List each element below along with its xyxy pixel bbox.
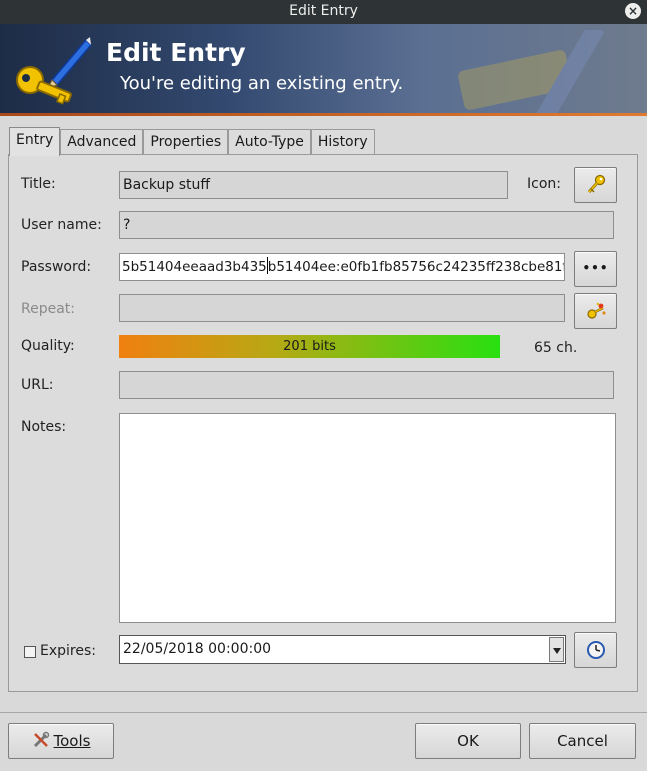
window-titlebar: Edit Entry × [0, 0, 647, 24]
key-pencil-icon [12, 34, 93, 110]
repeat-label: Repeat: [21, 301, 75, 317]
tab-properties[interactable]: Properties [143, 129, 229, 155]
expiry-date-field[interactable]: 22/05/2018 00:00:00 [119, 635, 566, 664]
notes-textarea[interactable] [119, 413, 616, 623]
icon-label: Icon: [527, 176, 561, 192]
password-text-after-caret: b51404ee:e0fb1fb85756c24235ff238cbe81fe0… [267, 259, 565, 275]
url-field[interactable] [119, 371, 614, 399]
banner-watermark-icon [440, 24, 640, 116]
key-icon [587, 174, 605, 193]
password-quality-bar: 201 bits [119, 335, 500, 358]
tab-entry[interactable]: Entry [9, 127, 61, 156]
quality-label: Quality: [21, 338, 75, 354]
tools-button-label: Tools [53, 732, 91, 750]
tab-bar: Entry Advanced Properties Auto-Type Hist… [9, 127, 375, 156]
password-text-before-caret: 5b51404eeaad3b435 [122, 259, 267, 275]
expires-checkbox[interactable] [24, 646, 36, 658]
ok-button[interactable]: OK [415, 723, 521, 759]
show-password-button[interactable]: ••• [574, 251, 617, 287]
tab-auto-type[interactable]: Auto-Type [228, 129, 311, 155]
chevron-down-icon[interactable] [549, 637, 564, 662]
header-banner: Edit Entry You're editing an existing en… [0, 24, 647, 116]
clock-icon [586, 641, 605, 659]
tab-history[interactable]: History [310, 129, 375, 155]
notes-label: Notes: [21, 419, 67, 435]
icon-picker-button[interactable] [574, 167, 617, 203]
expiry-presets-button[interactable] [574, 632, 617, 668]
tab-advanced[interactable]: Advanced [60, 129, 144, 155]
footer-separator [0, 712, 647, 713]
window-title: Edit Entry [289, 3, 358, 19]
title-field[interactable]: Backup stuff [119, 171, 508, 199]
url-label: URL: [21, 377, 54, 393]
password-field[interactable]: 5b51404eeaad3b435b51404ee:e0fb1fb85756c2… [119, 253, 565, 281]
expiry-date-text: 22/05/2018 00:00:00 [123, 641, 272, 657]
password-generator-icon [586, 302, 606, 319]
quality-bits-text: 201 bits [283, 339, 336, 354]
cancel-button[interactable]: Cancel [529, 723, 636, 759]
banner-accent-line [0, 113, 647, 116]
title-label: Title: [21, 176, 56, 192]
username-field[interactable]: ? [119, 211, 614, 239]
tools-icon [33, 731, 49, 748]
tools-button[interactable]: Tools [8, 723, 114, 759]
password-generator-button[interactable] [574, 293, 617, 329]
expires-label: Expires: [40, 643, 96, 659]
password-label: Password: [21, 259, 92, 275]
banner-subtitle: You're editing an existing entry. [120, 73, 404, 94]
banner-title: Edit Entry [106, 38, 246, 67]
password-length-text: 65 ch. [534, 340, 578, 356]
repeat-password-field[interactable] [119, 294, 565, 322]
close-icon[interactable]: × [625, 3, 641, 19]
username-label: User name: [21, 217, 102, 233]
